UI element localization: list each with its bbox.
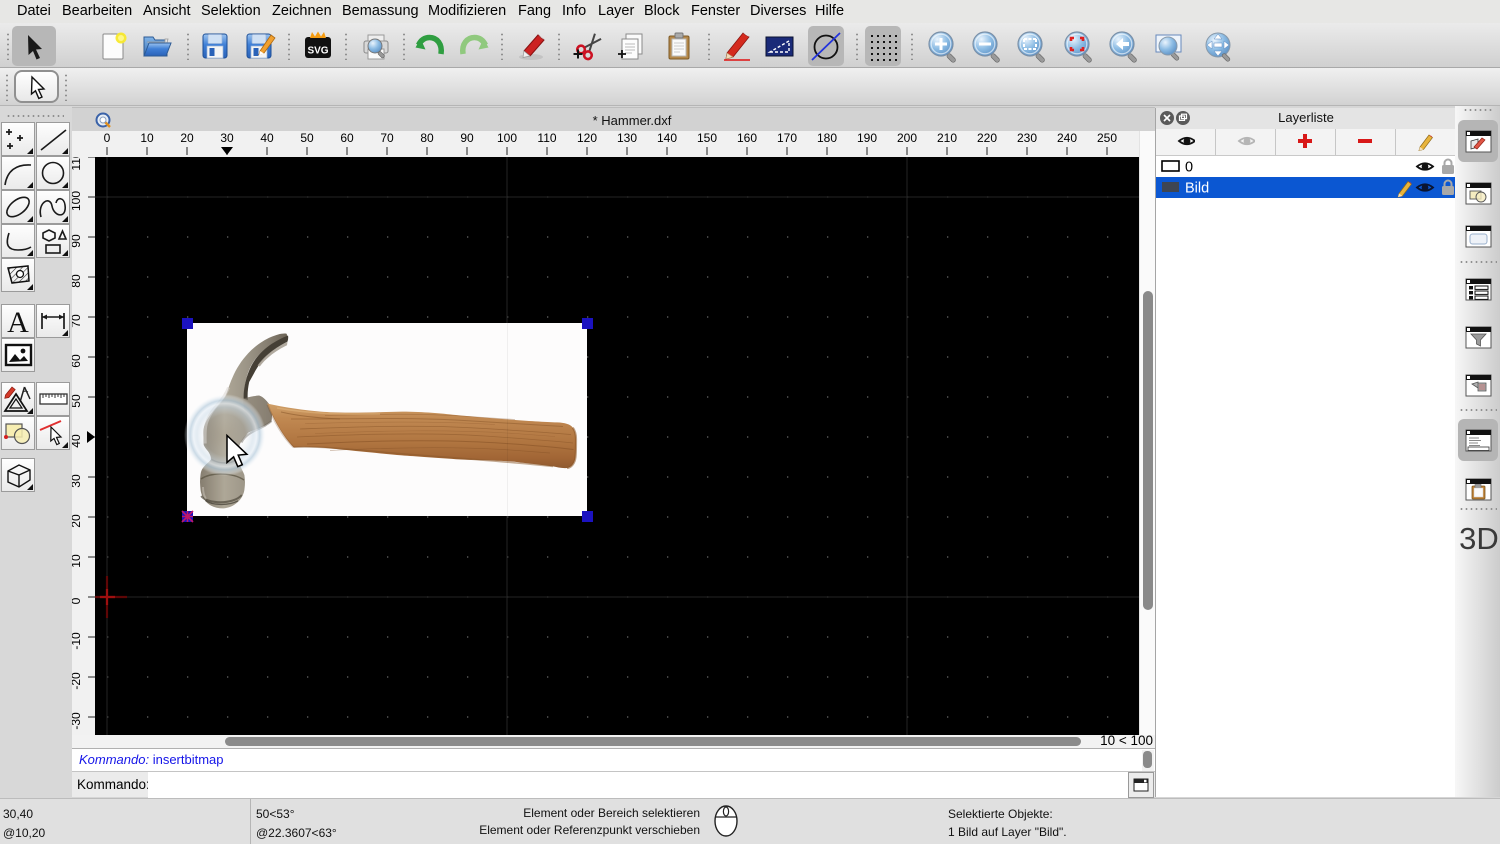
svg-text:40: 40 [72,434,83,448]
svg-text:70: 70 [380,131,394,145]
svg-text:-10: -10 [72,632,83,650]
svg-text:0: 0 [104,131,111,145]
svg-text:190: 190 [857,131,877,145]
svg-text:50: 50 [300,131,314,145]
svg-text:170: 170 [777,131,797,145]
svg-text:240: 240 [1057,131,1077,145]
svg-text:90: 90 [460,131,474,145]
svg-text:100: 100 [72,191,83,211]
svg-text:210: 210 [937,131,957,145]
svg-text:SVG: SVG [307,46,328,57]
svg-text:110: 110 [72,157,83,171]
svg-text:140: 140 [657,131,677,145]
svg-text:80: 80 [72,274,83,288]
svg-text:10: 10 [140,131,154,145]
svg-text:20: 20 [180,131,194,145]
svg-text:10: 10 [72,554,83,568]
svg-text:80: 80 [420,131,434,145]
svg-text:-30: -30 [72,712,83,730]
svg-text:110: 110 [537,131,556,145]
svg-text:60: 60 [72,354,83,368]
svg-text:60: 60 [340,131,354,145]
svg-text:100: 100 [497,131,517,145]
svg-text:30: 30 [220,131,234,145]
svg-text:90: 90 [72,234,83,248]
svg-text:130: 130 [617,131,637,145]
svg-text:20: 20 [72,514,83,528]
svg-text:A: A [7,306,29,337]
svg-text:160: 160 [737,131,757,145]
svg-text:40: 40 [260,131,274,145]
svg-text:70: 70 [72,314,83,328]
svg-text:200: 200 [897,131,917,145]
svg-text:180: 180 [817,131,837,145]
svg-text:Bild: Bild [1185,181,1209,197]
svg-text:0: 0 [72,597,83,604]
svg-text:-20: -20 [72,672,83,690]
svg-text:230: 230 [1017,131,1037,145]
svg-text:50: 50 [72,394,83,408]
svg-text:220: 220 [977,131,997,145]
svg-text:150: 150 [697,131,717,145]
svg-text:30: 30 [72,474,83,488]
svg-text:250: 250 [1097,131,1117,145]
svg-text:0: 0 [1185,160,1193,176]
svg-text:120: 120 [577,131,597,145]
